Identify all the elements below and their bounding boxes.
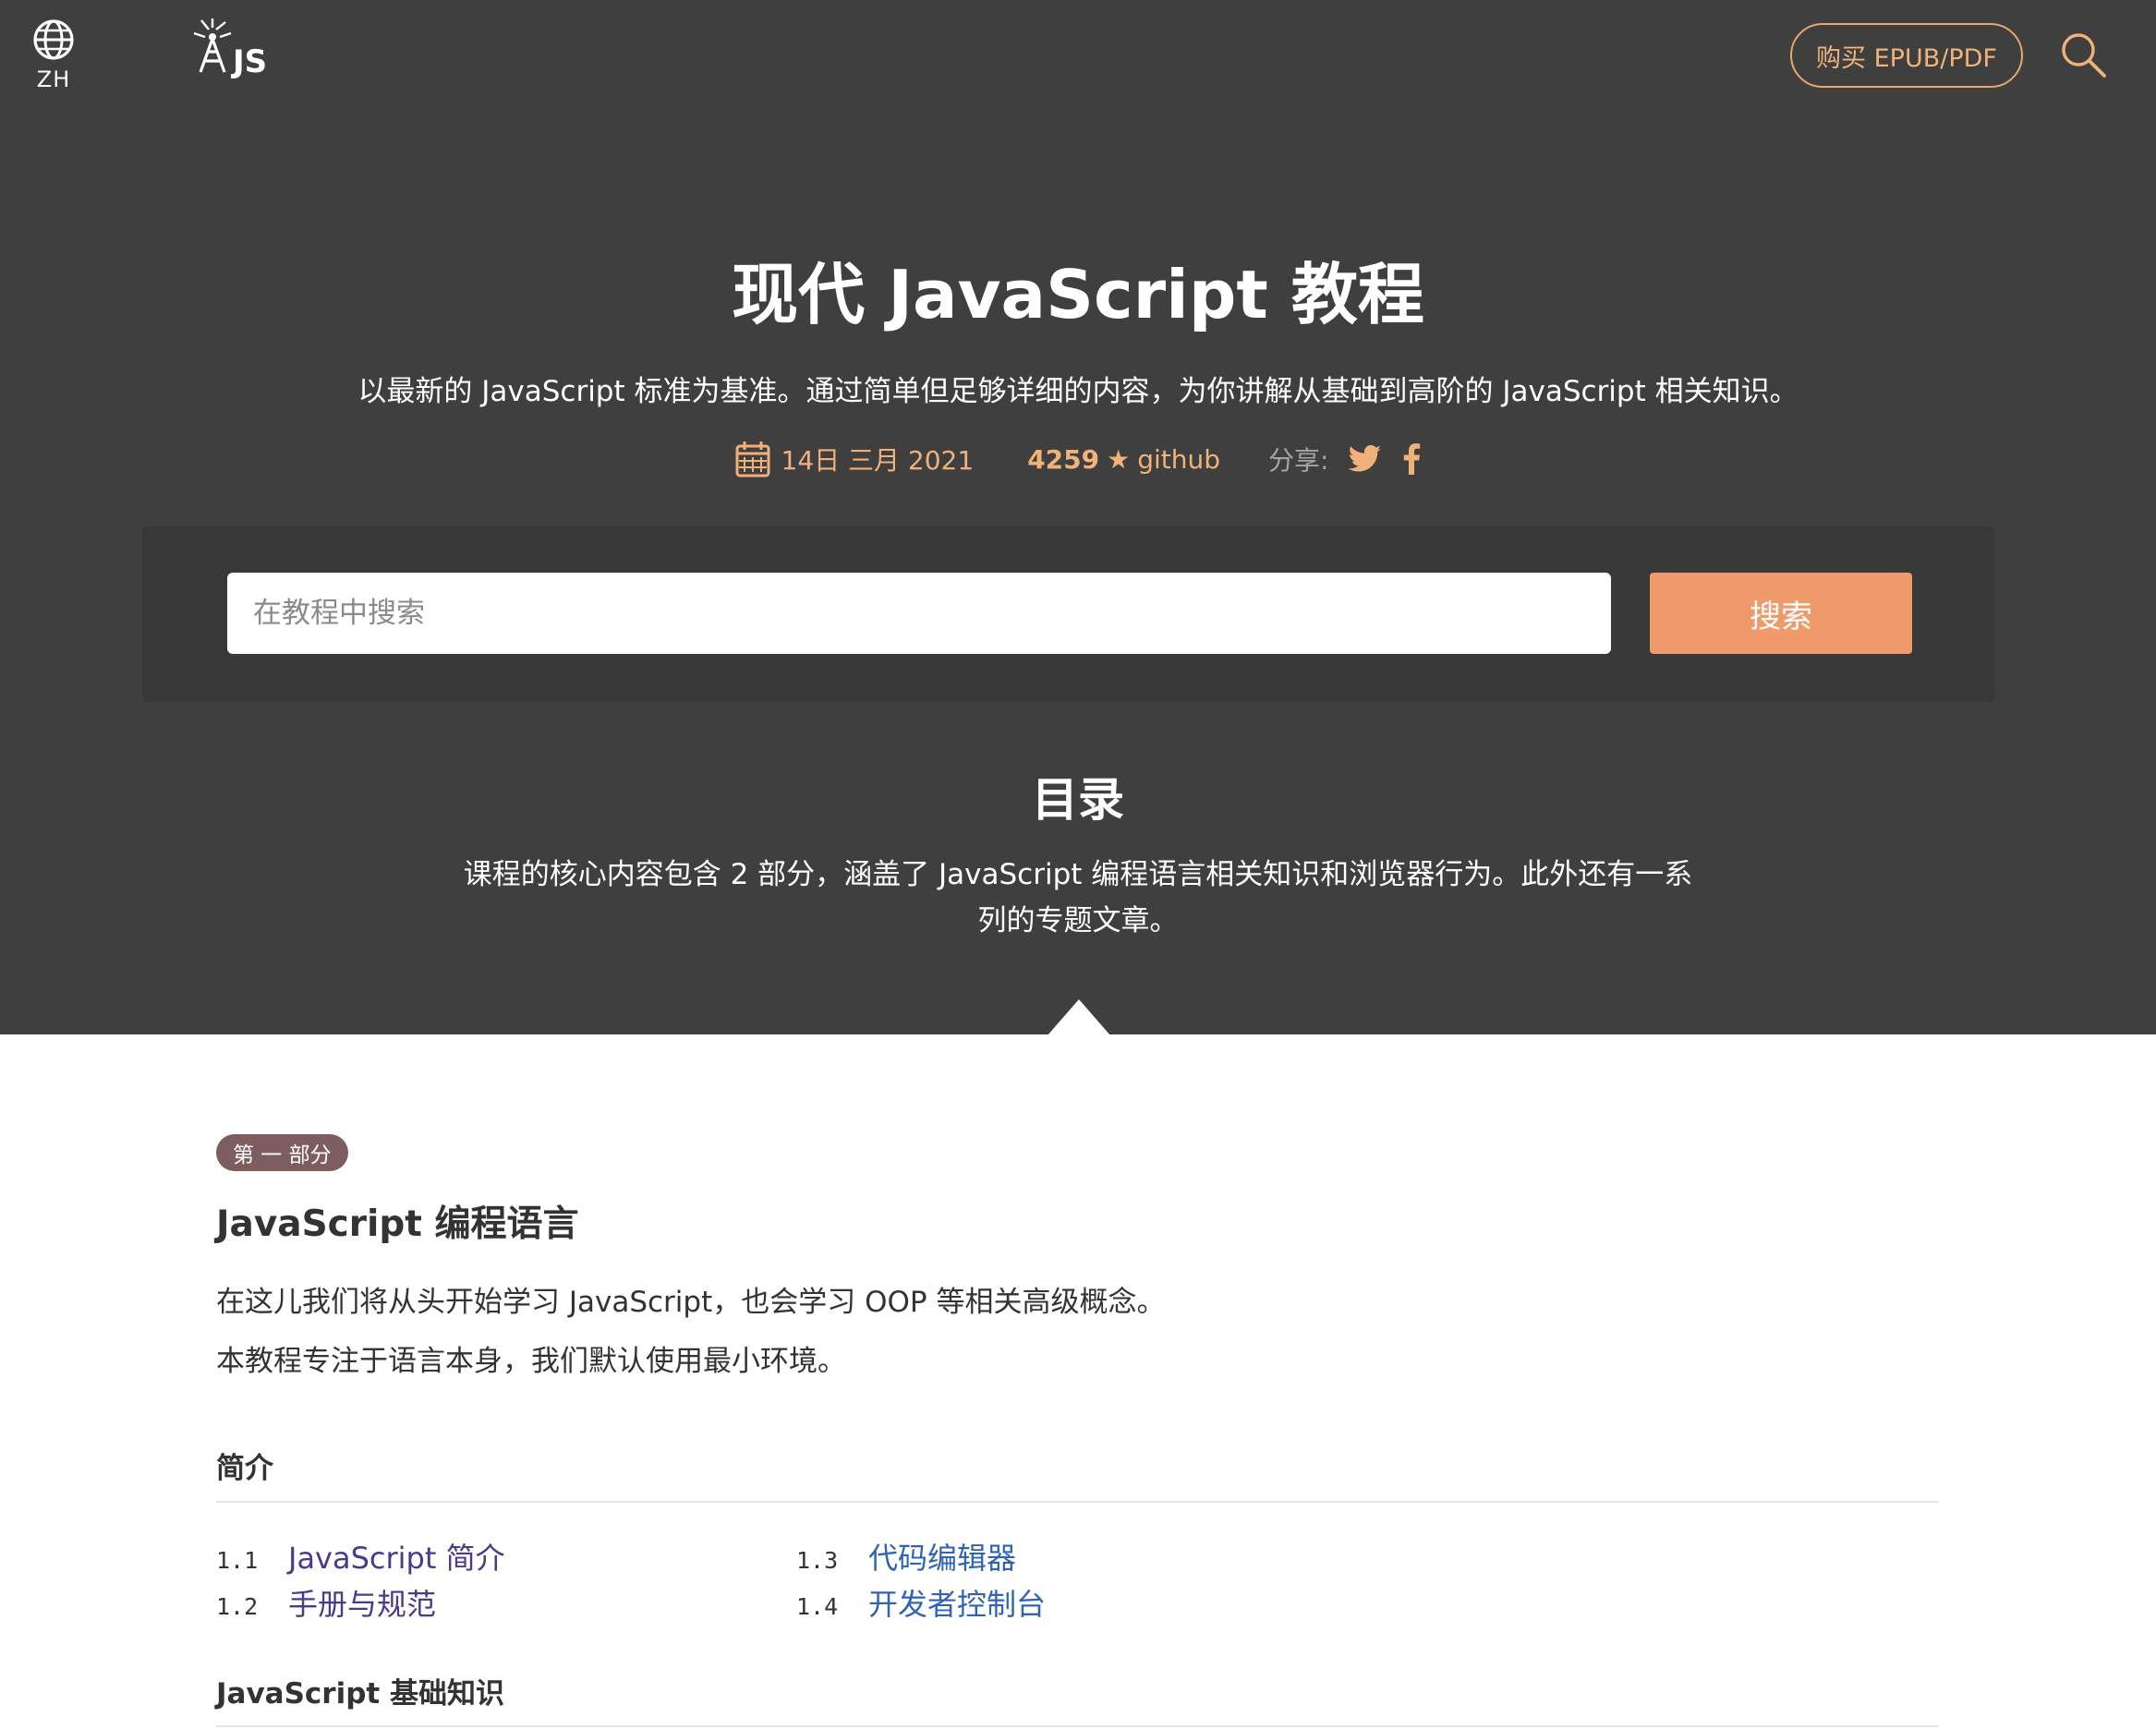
github-label: github <box>1137 443 1221 475</box>
meta-row: 14日 三月 2021 4259 ★ github 分享: <box>0 436 2156 482</box>
twitter-icon[interactable] <box>1349 445 1382 473</box>
page-title: 现代 JavaScript 教程 <box>732 256 1424 333</box>
search-icon[interactable] <box>2058 30 2108 79</box>
share-group: 分享: <box>1268 441 1421 478</box>
logo-text: JS <box>231 43 267 80</box>
section-title-basics[interactable]: JavaScript 基础知识 <box>216 1670 1938 1711</box>
language-switcher[interactable]: ZH <box>28 18 79 92</box>
list-item: 1.1 JavaScript 简介 <box>216 1535 505 1578</box>
part-description-2: 本教程专注于语言本身，我们默认使用最小环境。 <box>216 1345 846 1378</box>
buy-epub-pdf-button[interactable]: 购买 EPUB/PDF <box>1790 23 2023 88</box>
toc-link-code-editors[interactable]: 代码编辑器 <box>868 1535 1016 1578</box>
item-number: 1.4 <box>796 1593 839 1620</box>
list-item: 1.3 代码编辑器 <box>796 1535 1016 1578</box>
toc-link-manuals-specs[interactable]: 手册与规范 <box>288 1581 436 1624</box>
js-logo[interactable]: JS <box>185 17 281 81</box>
list-item: 1.2 手册与规范 <box>216 1581 436 1624</box>
section-divider <box>216 1501 1938 1503</box>
date-text: 14日 三月 2021 <box>781 445 975 476</box>
star-icon: ★ <box>1107 443 1131 475</box>
part-title[interactable]: JavaScript 编程语言 <box>216 1195 579 1247</box>
publish-date: 14日 三月 2021 <box>735 441 975 478</box>
github-stars-link[interactable]: 4259 ★ github <box>1027 444 1220 475</box>
facebook-icon[interactable] <box>1402 443 1421 475</box>
search-button[interactable]: 搜索 <box>1650 573 1912 654</box>
search-panel: 搜索 <box>142 526 1995 702</box>
section-arrow <box>1048 999 1110 1035</box>
section-divider <box>216 1725 1938 1727</box>
section-title-intro[interactable]: 简介 <box>216 1445 1938 1486</box>
item-number: 1.2 <box>216 1593 259 1620</box>
item-number: 1.3 <box>796 1547 839 1574</box>
toc-description: 课程的核心内容包含 2 部分，涵盖了 JavaScript 编程语言相关知识和浏… <box>463 858 1693 937</box>
language-code: ZH <box>36 66 71 92</box>
item-number: 1.1 <box>216 1547 259 1574</box>
part-badge: 第 一 部分 <box>216 1134 348 1171</box>
toc-heading: 目录 <box>1032 773 1124 827</box>
calendar-icon <box>735 441 769 478</box>
hero-section: ZH JS 购买 EPUB/PDF 现代 JavaScript 教程 以最新的 … <box>0 0 2156 1035</box>
share-label: 分享: <box>1268 445 1329 476</box>
list-item: 1.4 开发者控制台 <box>796 1581 1046 1624</box>
part-description: 在这儿我们将从头开始学习 JavaScript，也会学习 OOP 等相关高级概念… <box>216 1286 1166 1319</box>
tutorial-search-input[interactable] <box>227 573 1611 654</box>
page-subtitle: 以最新的 JavaScript 标准为基准。通过简单但足够详细的内容，为你讲解从… <box>357 375 1799 408</box>
toc-link-devtools[interactable]: 开发者控制台 <box>868 1581 1046 1624</box>
toc-link-javascript-intro[interactable]: JavaScript 简介 <box>288 1535 505 1578</box>
star-count: 4259 <box>1027 443 1100 475</box>
globe-icon <box>33 19 74 60</box>
